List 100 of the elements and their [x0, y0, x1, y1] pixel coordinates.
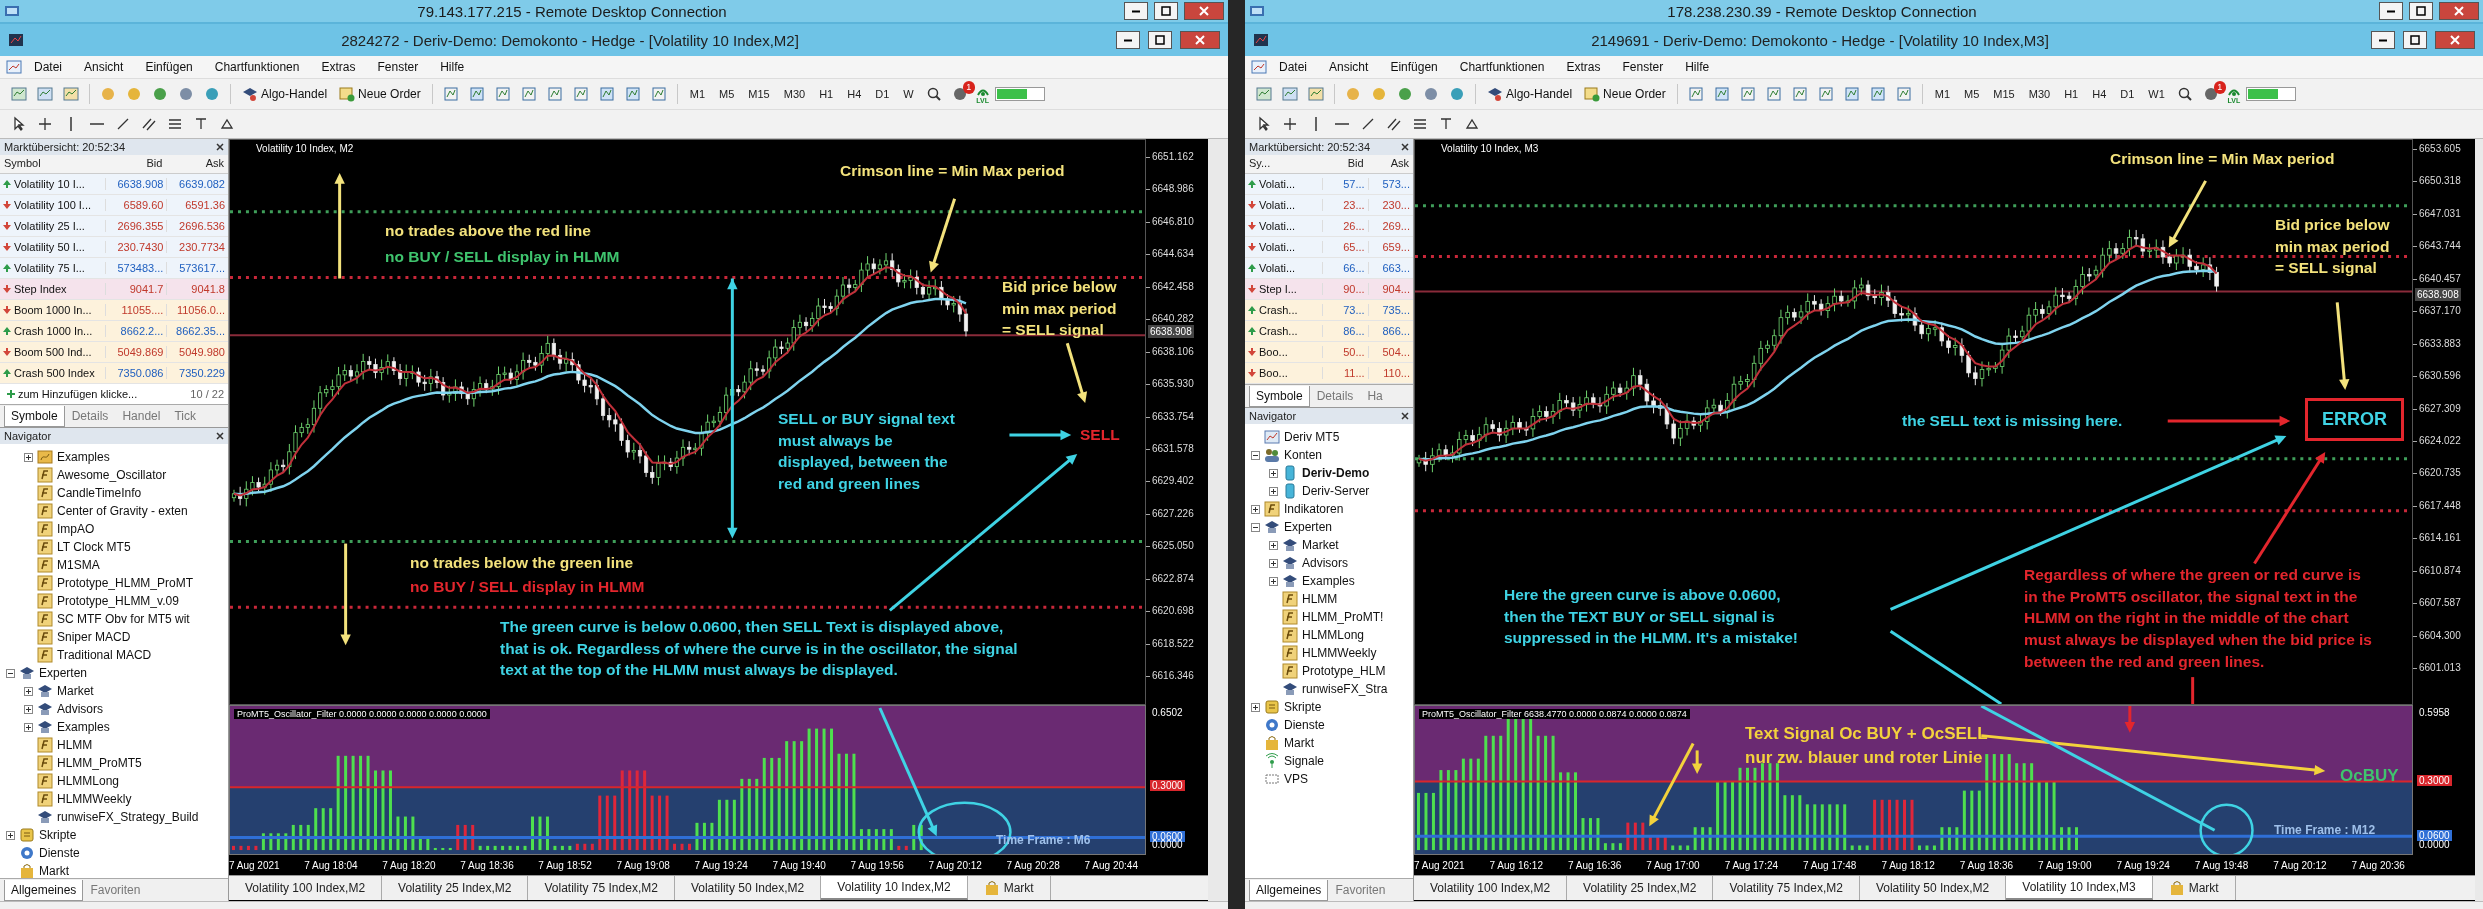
tree-item[interactable]: Prototype_HLMM_v.09	[57, 594, 179, 608]
minimize-button[interactable]	[1124, 2, 1148, 20]
symbol-row[interactable]: Step I... 90... 904...	[1245, 279, 1413, 300]
tree-item[interactable]: Skripte	[39, 828, 77, 842]
algo-trading-button[interactable]: Algo-Handel	[1483, 84, 1577, 104]
symbol-row[interactable]: Volati... 23... 230...	[1245, 195, 1413, 216]
tree-item[interactable]: Indikatoren	[1284, 502, 1344, 516]
tab[interactable]: Allgemeines	[4, 880, 84, 901]
chart-tab[interactable]: Volatility 10 Index,M2	[821, 876, 968, 900]
add-symbol-link[interactable]: zum Hinzufügen klicke...	[18, 388, 138, 400]
timeframe-button[interactable]: M5	[714, 86, 740, 102]
expand-toggle[interactable]	[1269, 576, 1278, 586]
close-button[interactable]	[1180, 31, 1220, 49]
timeframe-button[interactable]: W	[898, 86, 919, 102]
expand-toggle[interactable]	[24, 452, 33, 462]
close-button[interactable]	[1184, 2, 1224, 20]
menu-item[interactable]: Datei	[24, 58, 72, 76]
symbol-row[interactable]: Volatility 10 I... 6638.908 6639.082	[0, 174, 228, 195]
tree-item[interactable]: ImpAO	[57, 522, 95, 536]
tree-item[interactable]: HLMM	[1302, 592, 1338, 606]
maximize-button[interactable]	[1148, 31, 1172, 49]
tree-item[interactable]: Advisors	[1302, 556, 1348, 570]
expand-toggle[interactable]	[1251, 702, 1260, 712]
tree-item[interactable]: SC MTF Obv for MT5 wit	[57, 612, 190, 626]
tree-item[interactable]: HLMMWeekly	[1302, 646, 1377, 660]
timeframe-button[interactable]: H1	[814, 86, 839, 102]
chart-tab[interactable]: Volatility 75 Index,M2	[1713, 876, 1860, 900]
column-header[interactable]: Ask	[166, 155, 228, 173]
tab[interactable]: Details	[1309, 386, 1361, 407]
tree-item[interactable]: Sniper MACD	[57, 630, 131, 644]
tree-item[interactable]: Skripte	[1284, 700, 1322, 714]
menu-item[interactable]: Extras	[311, 58, 366, 76]
timeframe-button[interactable]: M15	[1988, 86, 2020, 102]
tree-item[interactable]: Examples	[57, 720, 110, 734]
expand-toggle[interactable]	[1269, 540, 1278, 550]
timeframe-button[interactable]: H4	[2087, 86, 2112, 102]
menu-item[interactable]: Datei	[1269, 58, 1317, 76]
symbol-row[interactable]: Volatility 25 I... 2696.355 2696.536	[0, 216, 228, 237]
menu-item[interactable]: Ansicht	[74, 58, 134, 76]
tab[interactable]: Ha	[1360, 386, 1390, 407]
tree-item[interactable]: Awesome_Oscillator	[57, 468, 167, 482]
symbol-row[interactable]: Boom 500 Ind... 5049.869 5049.980	[0, 342, 228, 363]
tab[interactable]: Allgemeines	[1249, 880, 1329, 901]
chart-tab[interactable]: Volatility 25 Index,M2	[1567, 876, 1714, 900]
menu-item[interactable]: Fenster	[367, 58, 429, 76]
tree-item[interactable]: Market	[57, 684, 94, 698]
close-button[interactable]	[2439, 2, 2479, 20]
tree-item[interactable]: Market	[1302, 538, 1339, 552]
symbol-row[interactable]: Volati... 26... 269...	[1245, 216, 1413, 237]
tree-item[interactable]: Signale	[1284, 754, 1325, 768]
menu-item[interactable]: Fenster	[1612, 58, 1674, 76]
symbol-row[interactable]: Crash... 73... 735...	[1245, 300, 1413, 321]
timeframe-button[interactable]: W1	[2143, 86, 2170, 102]
tree-item[interactable]: HLMM_ProMT5	[57, 756, 142, 770]
expand-toggle[interactable]	[24, 704, 33, 714]
tree-item[interactable]: HLMM	[57, 738, 93, 752]
column-header[interactable]: Sy...	[1245, 155, 1323, 173]
menu-item[interactable]: Hilfe	[1675, 58, 1720, 76]
tree-item[interactable]: LT Clock MT5	[57, 540, 131, 554]
tree-item[interactable]: CandleTimeInfo	[57, 486, 142, 500]
maximize-button[interactable]	[2403, 31, 2427, 49]
timeframe-button[interactable]: M1	[684, 86, 711, 102]
tree-item[interactable]: Deriv-Demo	[1302, 466, 1370, 480]
tree-item[interactable]: VPS	[1284, 772, 1308, 786]
restore-button[interactable]	[2409, 2, 2433, 20]
expand-toggle[interactable]	[6, 668, 15, 678]
chart-tab[interactable]: Volatility 10 Index,M3	[2006, 876, 2153, 900]
algo-trading-button[interactable]: Algo-Handel	[238, 84, 332, 104]
tree-item[interactable]: Traditional MACD	[57, 648, 152, 662]
symbol-row[interactable]: Volatility 75 I... 573483... 573617...	[0, 258, 228, 279]
expand-toggle[interactable]	[1251, 504, 1260, 514]
chart-tab[interactable]: Volatility 75 Index,M2	[528, 876, 675, 900]
tree-item[interactable]: runwiseFX_Stra	[1302, 682, 1388, 696]
tree-item[interactable]: Dienste	[1284, 718, 1325, 732]
tab[interactable]: Handel	[115, 406, 168, 427]
menu-item[interactable]: Einfügen	[135, 58, 203, 76]
column-header[interactable]: Bid	[1322, 155, 1368, 173]
expand-toggle[interactable]	[1251, 450, 1260, 460]
new-order-button[interactable]: Neue Order	[1580, 84, 1670, 104]
symbol-row[interactable]: Boo... 50... 504...	[1245, 342, 1413, 363]
timeframe-button[interactable]: M1	[1929, 86, 1956, 102]
tree-item[interactable]: Experten	[39, 666, 88, 680]
menu-item[interactable]: Extras	[1556, 58, 1611, 76]
tree-item[interactable]: HLMM_ProMT!	[1302, 610, 1384, 624]
minimize-button[interactable]	[2379, 2, 2403, 20]
tree-item[interactable]: Konten	[1284, 448, 1323, 462]
tree-item[interactable]: Prototype_HLM	[1302, 664, 1386, 678]
expand-toggle[interactable]	[6, 830, 15, 840]
tree-item[interactable]: Markt	[39, 864, 69, 878]
new-order-button[interactable]: Neue Order	[335, 84, 425, 104]
chart-tab[interactable]: Volatility 100 Index,M2	[1414, 876, 1568, 900]
timeframe-button[interactable]: H1	[2059, 86, 2084, 102]
symbol-row[interactable]: Boom 1000 In... 11055.... 11056.0...	[0, 300, 228, 321]
expand-toggle[interactable]	[24, 686, 33, 696]
symbol-row[interactable]: Volati... 66... 663...	[1245, 258, 1413, 279]
column-header[interactable]: Bid	[104, 155, 167, 173]
tab[interactable]: Tick	[167, 406, 203, 427]
tab[interactable]: Details	[64, 406, 116, 427]
chart-tab[interactable]: Volatility 25 Index,M2	[382, 876, 529, 900]
symbol-row[interactable]: Step Index 9041.7 9041.8	[0, 279, 228, 300]
